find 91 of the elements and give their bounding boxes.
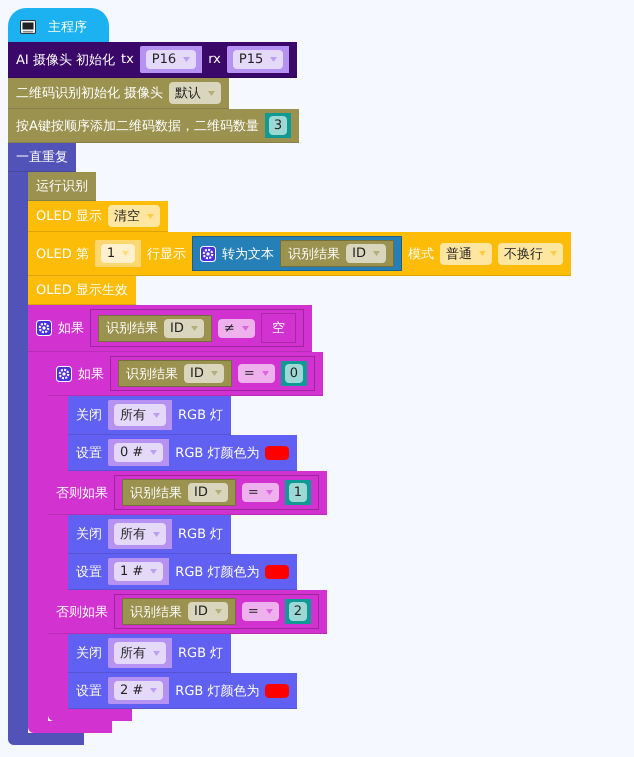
caret-icon [266, 490, 273, 495]
block-label: OLED 显示 [36, 208, 102, 225]
gear-icon[interactable] [36, 320, 52, 336]
dropdown-field[interactable]: 不换行 [498, 242, 563, 264]
dropdown-field[interactable]: 所有 [114, 642, 166, 664]
dropdown-field[interactable]: ID [164, 318, 204, 338]
caret-icon [122, 251, 130, 256]
caret-icon [150, 688, 158, 693]
caret-icon [153, 412, 160, 418]
block-label: RGB 灯 [178, 407, 224, 424]
block-label: 转为文本 [222, 246, 274, 262]
caret-icon [372, 251, 380, 256]
block-label: 否则如果 [56, 604, 108, 620]
block-label: 关闭 [76, 526, 102, 543]
number-field[interactable]: 2 [288, 602, 308, 621]
block-label: RGB 灯颜色为 [175, 444, 260, 462]
block-label: 模式 [408, 246, 434, 262]
gear-icon[interactable] [56, 366, 72, 382]
dropdown-field[interactable]: 1 # [114, 562, 164, 581]
block-label: 如果 [58, 320, 84, 337]
block-label: 按A键按顺序添加二维码数据，二维码数量 [16, 118, 259, 134]
dropdown-field[interactable]: 0 # [114, 443, 164, 462]
color-swatch[interactable] [265, 684, 290, 698]
number-field[interactable]: 1 [288, 483, 308, 502]
board-icon [20, 20, 36, 34]
block-label: OLED 第 [36, 246, 89, 262]
dropdown-field[interactable]: = [242, 602, 279, 621]
dropdown-field[interactable]: 清空 [108, 205, 160, 227]
block-label: 识别结果 [126, 366, 178, 382]
block-label: 一直重复 [16, 149, 68, 166]
block-label: 识别结果 [130, 604, 182, 620]
caret-icon [270, 57, 278, 62]
dropdown-field[interactable]: ≠ [218, 318, 255, 338]
block-label: 二维码识别初始化 摄像头 [16, 85, 164, 102]
color-swatch[interactable] [265, 446, 290, 460]
block-label: 设置 [76, 444, 102, 462]
caret-icon [150, 450, 158, 455]
block-label: 关闭 [76, 407, 102, 424]
caret-icon [242, 326, 249, 330]
block-label: 识别结果 [288, 246, 340, 262]
caret-icon [153, 650, 160, 656]
gear-icon[interactable] [200, 246, 216, 262]
dropdown-field[interactable]: ID [188, 483, 228, 502]
text-field[interactable]: 空 [264, 316, 293, 340]
dropdown-field[interactable]: ID [184, 364, 224, 383]
block-label: 设置 [76, 682, 102, 700]
block-label: 否则如果 [56, 484, 108, 502]
caret-icon [478, 251, 486, 256]
block-label: RGB 灯颜色为 [175, 682, 260, 700]
block-label: RGB 灯 [178, 645, 224, 662]
block-label: 运行识别 [36, 178, 88, 195]
caret-icon [183, 57, 190, 62]
block-label: 识别结果 [130, 484, 182, 502]
caret-icon [146, 214, 154, 218]
dropdown-field[interactable]: P15 [232, 50, 284, 69]
color-swatch[interactable] [265, 564, 290, 578]
block-label: RGB 灯 [178, 526, 224, 543]
block-label: OLED 显示生效 [36, 282, 128, 299]
dropdown-field[interactable]: 2 # [114, 681, 164, 700]
caret-icon [150, 569, 158, 574]
caret-icon [214, 609, 222, 614]
block-label: 设置 [76, 564, 102, 580]
dropdown-field[interactable]: ID [188, 602, 228, 621]
block-label: 主程序 [48, 19, 87, 36]
caret-icon [214, 490, 222, 495]
dropdown-field[interactable]: 默认 [169, 82, 222, 104]
caret-icon [266, 609, 273, 614]
dropdown-field[interactable]: 所有 [114, 523, 166, 545]
number-field[interactable]: 3 [268, 116, 288, 135]
caret-icon [153, 532, 160, 536]
block-label: 如果 [78, 366, 104, 382]
block-label: rx [208, 52, 221, 67]
number-field[interactable]: 0 [284, 364, 304, 383]
dropdown-field[interactable]: ID [346, 244, 386, 263]
caret-icon [208, 90, 216, 96]
block-label: 识别结果 [106, 320, 158, 337]
dropdown-field[interactable]: 所有 [114, 404, 166, 426]
dropdown-field[interactable]: P16 [146, 50, 196, 69]
caret-icon [262, 371, 269, 376]
caret-icon [210, 371, 218, 376]
block-label: 行显示 [147, 246, 186, 262]
block-label: tx [121, 52, 134, 67]
block-label: AI 摄像头 初始化 [16, 52, 115, 68]
dropdown-field[interactable]: 普通 [440, 242, 492, 264]
dropdown-field[interactable]: = [238, 364, 275, 383]
dropdown-field[interactable]: = [242, 483, 279, 502]
dropdown-field[interactable]: 1 [100, 244, 136, 263]
block-label: 关闭 [76, 645, 102, 662]
caret-icon [550, 251, 557, 256]
block-label: RGB 灯颜色为 [175, 564, 260, 580]
caret-icon [190, 326, 198, 330]
